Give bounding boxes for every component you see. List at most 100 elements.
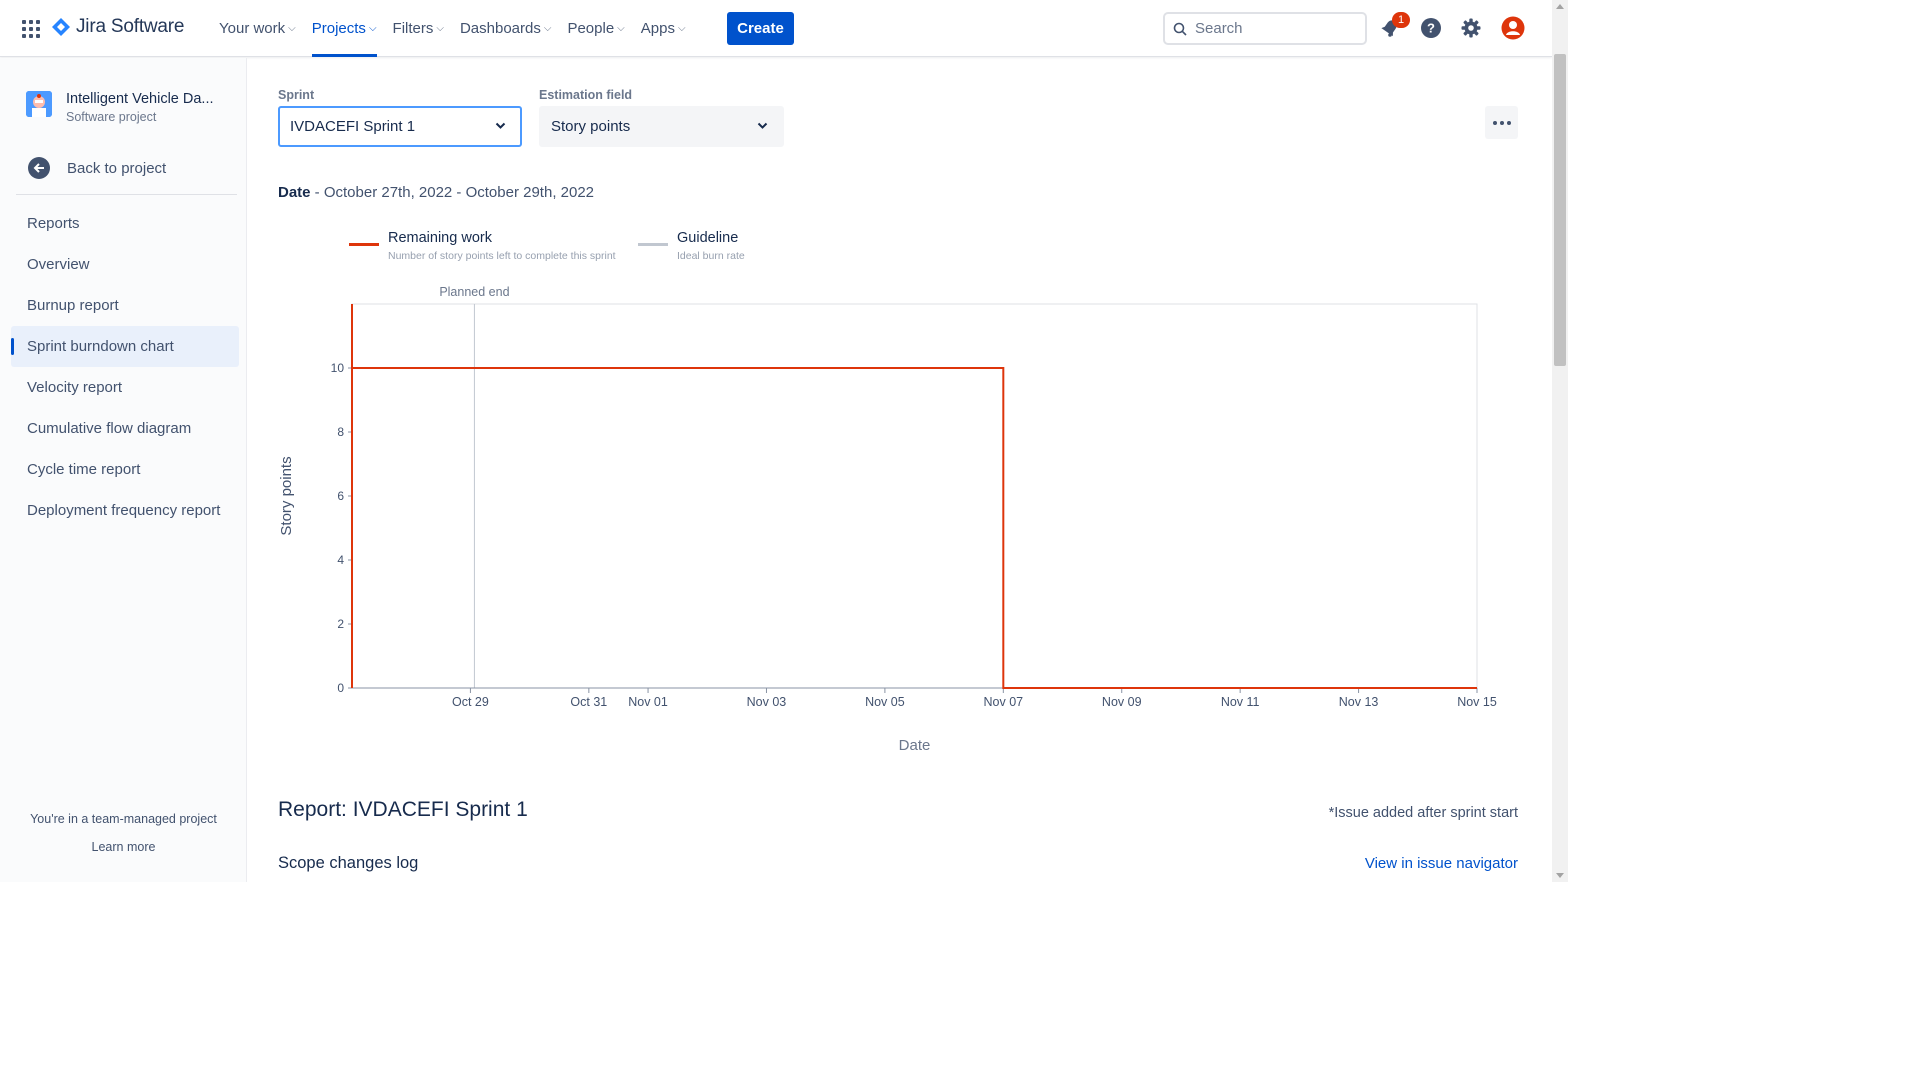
search-input[interactable] xyxy=(1195,20,1345,37)
jira-logo-icon xyxy=(52,18,70,36)
x-tick-label: Nov 01 xyxy=(628,695,668,709)
legend-swatch xyxy=(349,243,379,246)
more-actions-button[interactable] xyxy=(1485,106,1518,139)
sprint-value: IVDACEFI Sprint 1 xyxy=(290,118,416,135)
jira-logo[interactable]: Jira Software xyxy=(52,16,184,38)
app-name: Jira Software xyxy=(76,16,185,37)
x-tick-label: Oct 31 xyxy=(570,695,607,709)
profile-button[interactable] xyxy=(1501,16,1525,40)
sidebar-item-cycle-time-report[interactable]: Cycle time report xyxy=(11,449,239,490)
help-icon: ? xyxy=(1421,18,1441,38)
y-tick-label: 10 xyxy=(331,361,345,375)
issue-note: *Issue added after sprint start xyxy=(1328,805,1518,821)
legend-remaining-work: Remaining work Number of story points le… xyxy=(349,230,616,262)
team-managed-note: You're in a team-managed project xyxy=(30,812,217,826)
nav-label: Filters xyxy=(392,20,434,37)
legend-swatch xyxy=(638,243,668,246)
nav-filters[interactable]: Filters ⌵ xyxy=(385,0,452,57)
legend-title: Remaining work xyxy=(388,230,492,246)
help-button[interactable]: ? xyxy=(1419,16,1443,40)
x-tick-label: Nov 13 xyxy=(1339,695,1379,709)
burndown-chart: 0 2 4 6 8 10 Oct 29 Oct 31 Nov 01 Nov 03 Nov 05 Nov… xyxy=(278,285,1497,754)
settings-button[interactable] xyxy=(1459,16,1483,40)
create-button[interactable]: Create xyxy=(727,12,794,45)
dot xyxy=(1506,120,1511,125)
sidebar-item-burnup-report[interactable]: Burnup report xyxy=(11,285,239,326)
nav-label: People xyxy=(567,20,615,37)
nav-label: Projects xyxy=(311,20,366,37)
sidebar-divider xyxy=(16,194,237,195)
search-icon xyxy=(1173,22,1187,36)
chevron-down-icon: ⌵ xyxy=(677,23,686,34)
sidebar-item-deployment-frequency-report[interactable]: Deployment frequency report xyxy=(11,490,239,531)
y-tick-label: 8 xyxy=(337,425,344,439)
reports-list: Overview Burnup report Sprint burndown c… xyxy=(11,244,239,531)
nav-your-work[interactable]: Your work ⌵ xyxy=(211,0,304,57)
learn-more-link[interactable]: Learn more xyxy=(0,840,247,854)
legend-desc: Ideal burn rate xyxy=(677,250,745,262)
x-tick-label: Oct 29 xyxy=(452,695,489,709)
nav-label: Your work xyxy=(219,20,286,37)
estimation-value: Story points xyxy=(551,118,631,135)
x-tick-label: Nov 15 xyxy=(1457,695,1497,709)
sidebar: Intelligent Vehicle Da... Software proje… xyxy=(0,58,247,882)
y-tick-label: 4 xyxy=(337,553,344,567)
sprint-select[interactable]: IVDACEFI Sprint 1 xyxy=(278,106,522,147)
main-content: Sprint IVDACEFI Sprint 1 Estimation fiel… xyxy=(247,58,1552,882)
sidebar-item-sprint-burndown-chart[interactable]: Sprint burndown chart xyxy=(11,326,239,367)
robot-avatar-icon xyxy=(26,91,52,117)
view-in-issue-navigator-link[interactable]: View in issue navigator xyxy=(1365,855,1518,872)
chevron-down-icon: ⌵ xyxy=(436,23,444,34)
gear-icon xyxy=(1461,18,1481,38)
svg-text:?: ? xyxy=(1427,21,1435,36)
sidebar-item-cumulative-flow-diagram[interactable]: Cumulative flow diagram xyxy=(11,408,239,449)
y-tick-label: 6 xyxy=(337,489,344,503)
scope-changes-heading: Scope changes log xyxy=(278,854,419,872)
project-type: Software project xyxy=(66,110,157,124)
sprint-label: Sprint xyxy=(278,88,315,102)
planned-end-label: Planned end xyxy=(439,285,509,299)
x-tick-label: Nov 09 xyxy=(1102,695,1142,709)
chevron-down-icon xyxy=(495,122,506,129)
scroll-down-icon[interactable] xyxy=(1556,873,1564,878)
nav-label: Apps xyxy=(640,20,675,37)
plot-area xyxy=(351,303,1478,689)
sidebar-item-overview[interactable]: Overview xyxy=(11,244,239,285)
x-tick-label: Nov 07 xyxy=(984,695,1024,709)
chevron-down-icon xyxy=(757,122,768,129)
estimation-select[interactable]: Story points xyxy=(539,106,784,147)
arrow-left-icon xyxy=(28,157,50,179)
scroll-up-icon[interactable] xyxy=(1556,4,1564,9)
chevron-down-icon: ⌵ xyxy=(368,23,377,34)
page-scrollbar[interactable] xyxy=(1552,0,1568,882)
sprint-date-range: Date - October 27th, 2022 - October 29th… xyxy=(278,184,594,201)
sidebar-item-velocity-report[interactable]: Velocity report xyxy=(11,367,239,408)
project-header[interactable]: Intelligent Vehicle Da... Software proje… xyxy=(26,91,214,124)
notification-badge: 1 xyxy=(1392,12,1410,28)
top-navigation-bar: Jira Software Your work ⌵ Projects ⌵ Filte… xyxy=(0,0,1552,57)
project-avatar xyxy=(26,91,52,117)
app-switcher-icon[interactable] xyxy=(22,20,40,38)
y-axis-label: Story points xyxy=(278,456,295,535)
dot xyxy=(1499,120,1504,125)
legend-guideline: Guideline Ideal burn rate xyxy=(638,230,745,262)
search-box[interactable] xyxy=(1163,12,1367,45)
nav-people[interactable]: People ⌵ xyxy=(559,0,632,57)
back-label: Back to project xyxy=(67,159,167,177)
nav-projects[interactable]: Projects ⌵ xyxy=(304,0,385,57)
dot xyxy=(1492,120,1497,125)
chevron-down-icon: ⌵ xyxy=(543,23,552,34)
sidebar-heading: Reports xyxy=(27,215,80,232)
chevron-down-icon: ⌵ xyxy=(617,23,625,34)
avatar-icon xyxy=(1501,16,1525,40)
x-tick-label: Nov 05 xyxy=(865,695,905,709)
x-tick-label: Nov 11 xyxy=(1221,695,1260,709)
nav-apps[interactable]: Apps ⌵ xyxy=(633,0,694,57)
x-tick-label: Nov 03 xyxy=(747,695,787,709)
y-tick-label: 0 xyxy=(337,681,344,695)
nav-dashboards[interactable]: Dashboards ⌵ xyxy=(452,0,559,57)
date-range: - October 27th, 2022 - October 29th, 202… xyxy=(310,184,595,201)
x-axis-label: Date xyxy=(899,737,931,754)
back-to-project-link[interactable]: Back to project xyxy=(28,157,166,179)
scrollbar-thumb[interactable] xyxy=(1554,54,1566,366)
